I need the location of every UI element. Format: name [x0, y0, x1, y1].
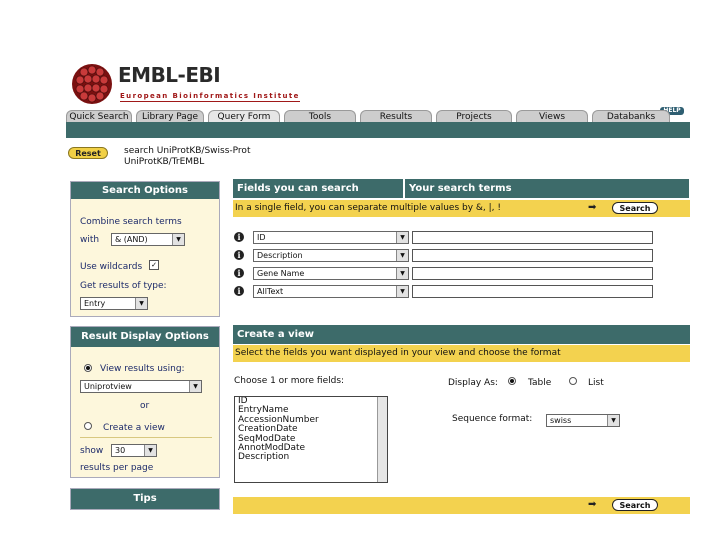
view-select[interactable]: Uniprotview ▼ — [80, 380, 202, 393]
fields-instruction: In a single field, you can separate mult… — [235, 203, 502, 213]
results-type-value: Entry — [84, 299, 106, 308]
field-select-1[interactable]: ID ▼ — [253, 231, 409, 244]
wildcards-checkbox[interactable]: ✓ — [149, 260, 159, 270]
ebi-logo-icon — [72, 64, 112, 104]
info-icon[interactable]: i — [234, 286, 244, 296]
chevron-down-icon: ▼ — [607, 415, 619, 426]
fields-header: Fields you can search — [233, 179, 403, 198]
per-page-label: results per page — [80, 463, 154, 473]
display-list-label: List — [588, 378, 604, 388]
results-type-label: Get results of type: — [80, 281, 167, 291]
or-label: or — [140, 401, 150, 411]
info-icon[interactable]: i — [234, 268, 244, 278]
display-list-radio[interactable] — [569, 377, 577, 385]
results-per-page-select[interactable]: 30 ▼ — [111, 444, 157, 457]
search-options-panel: Search Options Combine search terms with… — [70, 181, 220, 317]
reset-button[interactable]: Reset — [68, 147, 108, 159]
show-label: show — [80, 446, 104, 456]
combine-operator-value: & (AND) — [115, 235, 148, 244]
create-view-instruction: Select the fields you want displayed in … — [235, 348, 561, 358]
field-select-3[interactable]: Gene Name ▼ — [253, 267, 409, 280]
display-table-label: Table — [528, 378, 552, 388]
search-scope-line1: search UniProtKB/Swiss-Prot — [124, 146, 251, 156]
chevron-down-icon: ▼ — [396, 268, 408, 279]
tab-projects[interactable]: Projects — [436, 110, 512, 122]
search-term-input-4[interactable] — [412, 285, 653, 298]
create-view-label: Create a view — [103, 423, 165, 433]
combine-operator-select[interactable]: & (AND) ▼ — [111, 233, 185, 246]
tab-tools[interactable]: Tools — [284, 110, 356, 122]
field-select-value: Gene Name — [257, 269, 305, 278]
tab-query-form[interactable]: Query Form — [208, 110, 280, 122]
chevron-down-icon: ▼ — [189, 381, 201, 392]
display-as-label: Display As: — [448, 378, 498, 388]
sequence-format-value: swiss — [550, 416, 572, 425]
wildcards-label: Use wildcards — [80, 262, 143, 272]
combine-terms-label: Combine search terms — [80, 217, 182, 227]
chevron-down-icon: ▼ — [396, 286, 408, 297]
divider — [80, 437, 212, 438]
create-view-instruction-bar: Select the fields you want displayed in … — [233, 345, 690, 362]
tips-title[interactable]: Tips — [71, 489, 219, 509]
field-select-value: Description — [257, 251, 303, 260]
create-view-radio[interactable] — [84, 422, 92, 430]
view-fields-listbox[interactable]: ID EntryName AccessionNumber CreationDat… — [234, 396, 388, 483]
logo-title: EMBL-EBI — [118, 63, 221, 87]
tips-panel: Tips — [70, 488, 220, 510]
tab-views[interactable]: Views — [516, 110, 588, 122]
tab-bar: Quick Search Library Page Query Form Too… — [66, 110, 690, 122]
with-label: with — [80, 235, 100, 245]
chevron-down-icon: ▼ — [135, 298, 147, 309]
choose-fields-label: Choose 1 or more fields: — [234, 376, 345, 386]
list-item[interactable]: Description — [235, 453, 387, 463]
view-select-value: Uniprotview — [84, 382, 132, 391]
tab-underline-bar — [66, 122, 690, 138]
field-select-value: ID — [257, 233, 266, 242]
search-options-title: Search Options — [71, 182, 219, 199]
info-icon[interactable]: i — [234, 250, 244, 260]
view-results-radio[interactable] — [84, 364, 92, 372]
field-select-2[interactable]: Description ▼ — [253, 249, 409, 262]
search-scope-message: search UniProtKB/Swiss-Prot UniProtKB/Tr… — [124, 146, 250, 168]
create-view-header: Create a view — [233, 325, 690, 344]
search-term-input-2[interactable] — [412, 249, 653, 262]
info-icon[interactable]: i — [234, 232, 244, 242]
sequence-format-label: Sequence format: — [452, 414, 533, 424]
logo-subtitle: European Bioinformatics Institute — [120, 92, 300, 102]
results-per-page-value: 30 — [115, 446, 126, 455]
arrow-right-icon: ➡ — [588, 499, 597, 510]
search-term-input-3[interactable] — [412, 267, 653, 280]
result-display-options-panel: Result Display Options View results usin… — [70, 326, 220, 478]
search-term-input-1[interactable] — [412, 231, 653, 244]
view-search-button[interactable]: Search — [612, 499, 658, 511]
tab-databanks[interactable]: Databanks — [592, 110, 670, 122]
field-select-4[interactable]: AllText ▼ — [253, 285, 409, 298]
tab-quick-search[interactable]: Quick Search — [66, 110, 132, 122]
listbox-scrollbar[interactable] — [377, 397, 387, 482]
tab-library-page[interactable]: Library Page — [136, 110, 204, 122]
result-display-title: Result Display Options — [71, 327, 219, 347]
tab-results[interactable]: Results — [360, 110, 432, 122]
search-button[interactable]: Search — [612, 202, 658, 214]
chevron-down-icon: ▼ — [396, 232, 408, 243]
arrow-right-icon: ➡ — [588, 202, 597, 213]
chevron-down-icon: ▼ — [396, 250, 408, 261]
terms-header: Your search terms — [405, 179, 689, 198]
display-table-radio[interactable] — [508, 377, 516, 385]
field-select-value: AllText — [257, 287, 284, 296]
chevron-down-icon: ▼ — [144, 445, 156, 456]
chevron-down-icon: ▼ — [172, 234, 184, 245]
view-results-label: View results using: — [100, 364, 185, 374]
sequence-format-select[interactable]: swiss ▼ — [546, 414, 620, 427]
search-scope-line2: UniProtKB/TrEMBL — [124, 157, 205, 167]
results-type-select[interactable]: Entry ▼ — [80, 297, 148, 310]
